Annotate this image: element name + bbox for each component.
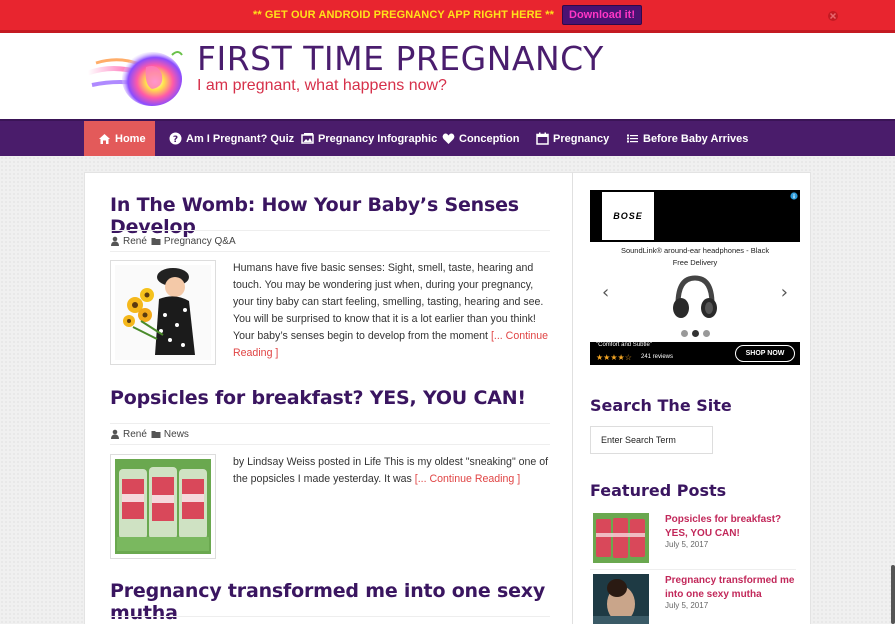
download-button[interactable]: Download it! [562, 5, 643, 25]
promo-bar: ** GET OUR ANDROID PREGNANCY APP RIGHT H… [0, 0, 895, 33]
divider [590, 569, 796, 570]
nav-item-quiz[interactable]: ? Am I Pregnant? Quiz [169, 121, 294, 156]
search-input[interactable]: Enter Search Term [590, 426, 713, 454]
chevron-right-icon[interactable]: › [781, 282, 788, 303]
nav-item-conception[interactable]: Conception [442, 121, 520, 156]
list-icon [627, 134, 638, 143]
nav-item-infographic[interactable]: Pregnancy Infographic [301, 121, 437, 156]
ad-info-icon[interactable] [790, 192, 798, 200]
site-logo[interactable] [86, 45, 190, 109]
post-meta: René Pregnancy Q&A [110, 230, 550, 252]
ad-banner[interactable]: BOSE SoundLink® around-ear headphones - … [590, 190, 800, 365]
shop-now-button[interactable]: SHOP NOW [735, 345, 795, 362]
featured-date: July 5, 2017 [665, 601, 709, 610]
nav-item-pregnancy[interactable]: Pregnancy [536, 121, 609, 156]
post-author[interactable]: René [123, 236, 147, 247]
ad-footer: "Comfort and Subtle" ★★★★☆ 241 reviews S… [590, 342, 800, 365]
featured-date: July 5, 2017 [665, 540, 709, 549]
ad-header: BOSE [590, 190, 800, 242]
post-meta [110, 616, 550, 624]
image-icon [301, 133, 314, 144]
nav-item-home[interactable]: Home [84, 121, 155, 156]
featured-title[interactable]: Popsicles for breakfast? YES, YOU CAN! [665, 513, 805, 541]
home-icon [99, 134, 110, 144]
heart-icon [442, 133, 455, 144]
nav-label: Pregnancy Infographic [318, 132, 438, 145]
nav-item-before-baby[interactable]: Before Baby Arrives [626, 121, 748, 156]
popsicles-image [115, 459, 211, 554]
ad-logo-box: BOSE [602, 192, 654, 240]
ad-brand-logo: BOSE [613, 211, 643, 221]
headphones-image [673, 275, 717, 318]
sidebar: BOSE SoundLink® around-ear headphones - … [573, 172, 811, 624]
nav-label: Conception [459, 132, 520, 145]
post-thumbnail[interactable] [110, 260, 216, 365]
post-category[interactable]: Pregnancy Q&A [164, 236, 236, 247]
read-more-link[interactable]: [... Continue Reading ] [415, 473, 520, 485]
featured-widget-title: Featured Posts [590, 481, 727, 500]
ad-body: SoundLink® around-ear headphones - Black… [590, 242, 800, 342]
folder-icon [151, 431, 161, 438]
ad-product-name: SoundLink® around-ear headphones - Black [620, 246, 770, 255]
post-meta: René News [110, 423, 550, 445]
post-category[interactable]: News [164, 429, 189, 440]
nav-label: Home [115, 132, 146, 145]
question-icon: ? [169, 132, 182, 145]
chevron-left-icon[interactable]: ‹ [602, 282, 609, 303]
nav-label: Am I Pregnant? Quiz [186, 132, 295, 145]
promo-text: ** GET OUR ANDROID PREGNANCY APP RIGHT H… [252, 9, 555, 21]
post-excerpt: by Lindsay Weiss posted in Life This is … [233, 454, 551, 488]
nav-label: Pregnancy [553, 132, 610, 145]
post-title[interactable]: Popsicles for breakfast? YES, YOU CAN! [110, 387, 526, 409]
carousel-dot[interactable] [681, 330, 688, 337]
site-title[interactable]: FIRST TIME PREGNANCY [197, 39, 604, 78]
featured-title[interactable]: Pregnancy transformed me into one sexy m… [665, 574, 805, 602]
ad-rating-stars: ★★★★☆ [596, 353, 632, 362]
featured-post[interactable]: Popsicles for breakfast? YES, YOU CAN! J… [590, 513, 796, 569]
main-content: In The Womb: How Your Baby’s Senses Deve… [84, 172, 573, 624]
post-author[interactable]: René [123, 429, 147, 440]
post-thumbnail[interactable] [110, 454, 216, 559]
ad-reviews: 241 reviews [641, 354, 674, 360]
carousel-dot[interactable] [692, 330, 699, 337]
close-icon[interactable] [827, 10, 839, 22]
carousel-dots [681, 330, 714, 337]
site-header: FIRST TIME PREGNANCY I am pregnant, what… [0, 33, 895, 119]
user-icon [111, 236, 119, 246]
folder-icon [151, 238, 161, 245]
site-tagline: I am pregnant, what happens now? [197, 77, 447, 94]
svg-text:?: ? [173, 135, 178, 145]
scrollbar[interactable] [891, 565, 895, 624]
carousel-dot[interactable] [703, 330, 710, 337]
featured-post[interactable]: Pregnancy transformed me into one sexy m… [590, 574, 796, 624]
search-widget-title: Search The Site [590, 396, 732, 415]
ad-shipping: Free Delivery [672, 258, 718, 267]
featured-thumbnail[interactable] [593, 574, 649, 624]
main-nav: Home ? Am I Pregnant? Quiz Pregnancy Inf… [0, 119, 895, 156]
user-icon [111, 429, 119, 439]
nav-label: Before Baby Arrives [643, 132, 749, 145]
featured-thumbnail[interactable] [593, 513, 649, 563]
post-excerpt: Humans have five basic senses: Sight, sm… [233, 260, 551, 362]
calendar-icon [536, 132, 549, 145]
girl-sunflowers-image [115, 265, 211, 360]
ad-quote: "Comfort and Subtle" [596, 342, 652, 348]
ad-product: SoundLink® around-ear headphones - Black… [590, 245, 800, 269]
